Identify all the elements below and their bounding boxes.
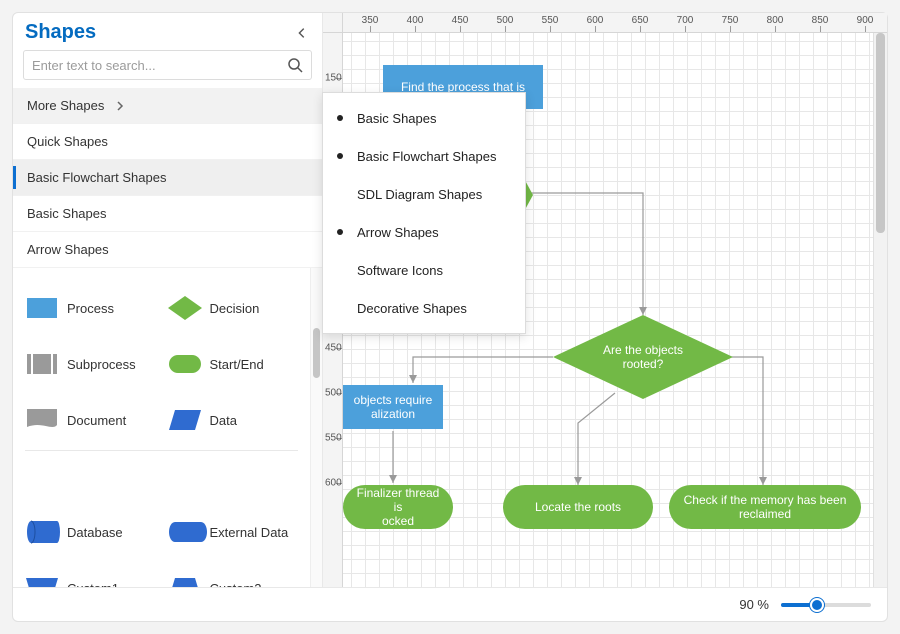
zoom-slider[interactable] [781,603,871,607]
menu-item-label: Arrow Shapes [357,225,439,240]
category-arrow-shapes[interactable]: Arrow Shapes [13,232,322,268]
category-label: Quick Shapes [27,134,108,149]
shape-process[interactable]: Process [21,280,160,336]
shape-label: Decision [210,301,260,316]
checked-dot-icon [337,153,343,159]
node-label: Check if the memory has been reclaimed [684,493,847,521]
scrollbar-thumb[interactable] [313,328,320,378]
connector [409,357,553,383]
category-label: Arrow Shapes [27,242,109,257]
shape-data[interactable]: Data [164,392,303,448]
shape-database[interactable]: Database [21,504,160,560]
shape-external-data[interactable]: External Data [164,504,303,560]
data-icon [168,407,202,433]
chevron-right-icon [114,100,126,112]
connector [731,357,767,485]
shape-gallery: Process Decision Subprocess Start/End [13,268,322,587]
shape-label: Subprocess [67,357,136,372]
shape-grid: Process Decision Subprocess Start/End [13,268,310,587]
menu-item-label: Software Icons [357,263,443,278]
shape-label: Custom2 [210,581,262,588]
menu-item-decorative-shapes[interactable]: Decorative Shapes [323,289,525,327]
category-more-shapes[interactable]: More Shapes [13,88,322,124]
menu-item-software-icons[interactable]: Software Icons [323,251,525,289]
menu-item-label: SDL Diagram Shapes [357,187,482,202]
node-decision-rooted[interactable]: Are the objects rooted? [553,315,733,399]
shapes-panel-header: Shapes [13,13,322,50]
collapse-panel-button[interactable] [294,25,310,41]
menu-item-label: Basic Shapes [357,111,437,126]
custom1-icon [25,575,59,587]
menu-item-basic-shapes[interactable]: Basic Shapes [323,99,525,137]
shape-label: Data [210,413,237,428]
category-label: Basic Shapes [27,206,107,221]
shape-custom2[interactable]: Custom2 [164,560,303,587]
connector [389,431,397,483]
zoom-slider-knob[interactable] [810,598,824,612]
shape-label: Process [67,301,114,316]
node-startend-check-memory[interactable]: Check if the memory has been reclaimed [669,485,861,529]
menu-item-label: Basic Flowchart Shapes [357,149,496,164]
menu-item-label: Decorative Shapes [357,301,467,316]
chevron-left-icon [295,26,309,40]
connector [574,393,615,485]
node-label: Are the objects rooted? [553,315,733,399]
shape-subprocess[interactable]: Subprocess [21,336,160,392]
custom2-icon [168,575,202,587]
connector [523,193,647,315]
shape-category-list: More Shapes Quick Shapes Basic Flowchart… [13,88,322,268]
menu-item-arrow-shapes[interactable]: Arrow Shapes [323,213,525,251]
node-label: Finalizer thread is ocked [351,486,445,528]
search-box[interactable] [23,50,312,80]
document-icon [25,407,59,433]
shape-decision[interactable]: Decision [164,280,303,336]
node-startend-finalizer[interactable]: Finalizer thread is ocked [343,485,453,529]
checked-dot-icon [337,229,343,235]
shape-label: Document [67,413,126,428]
subprocess-icon [25,351,59,377]
category-label: More Shapes [27,98,104,113]
node-startend-locate-roots[interactable]: Locate the roots [503,485,653,529]
shape-label: Custom1 [67,581,119,588]
shape-label: Start/End [210,357,264,372]
status-bar: 90 % [13,587,887,621]
search-icon [287,57,303,73]
checked-dot-icon [337,115,343,121]
external-data-icon [168,519,202,545]
shape-custom1[interactable]: Custom1 [21,560,160,587]
shape-document[interactable]: Document [21,392,160,448]
more-shapes-menu[interactable]: Basic Shapes Basic Flowchart Shapes SDL … [322,92,526,334]
category-basic-shapes[interactable]: Basic Shapes [13,196,322,232]
zoom-level-label: 90 % [739,597,769,612]
shapes-panel: Shapes More Shapes Quick Shapes Basic [13,13,323,587]
startend-icon [168,351,202,377]
decision-icon [168,295,202,321]
database-icon [25,519,59,545]
node-label: objects require alization [354,393,433,421]
category-quick-shapes[interactable]: Quick Shapes [13,124,322,160]
menu-item-sdl-diagram-shapes[interactable]: SDL Diagram Shapes [323,175,525,213]
menu-item-basic-flowchart-shapes[interactable]: Basic Flowchart Shapes [323,137,525,175]
shape-label: Database [67,525,123,540]
process-icon [25,295,59,321]
node-label: Locate the roots [535,500,621,514]
shapes-panel-title: Shapes [25,21,96,44]
category-label: Basic Flowchart Shapes [27,170,166,185]
shape-group-divider [25,450,298,451]
category-basic-flowchart-shapes[interactable]: Basic Flowchart Shapes [13,160,322,196]
search-input[interactable] [32,58,287,73]
shape-label: External Data [210,525,289,540]
node-process-objects-require[interactable]: objects require alization [343,385,443,429]
shape-startend[interactable]: Start/End [164,336,303,392]
shape-gallery-scrollbar[interactable] [310,268,322,587]
